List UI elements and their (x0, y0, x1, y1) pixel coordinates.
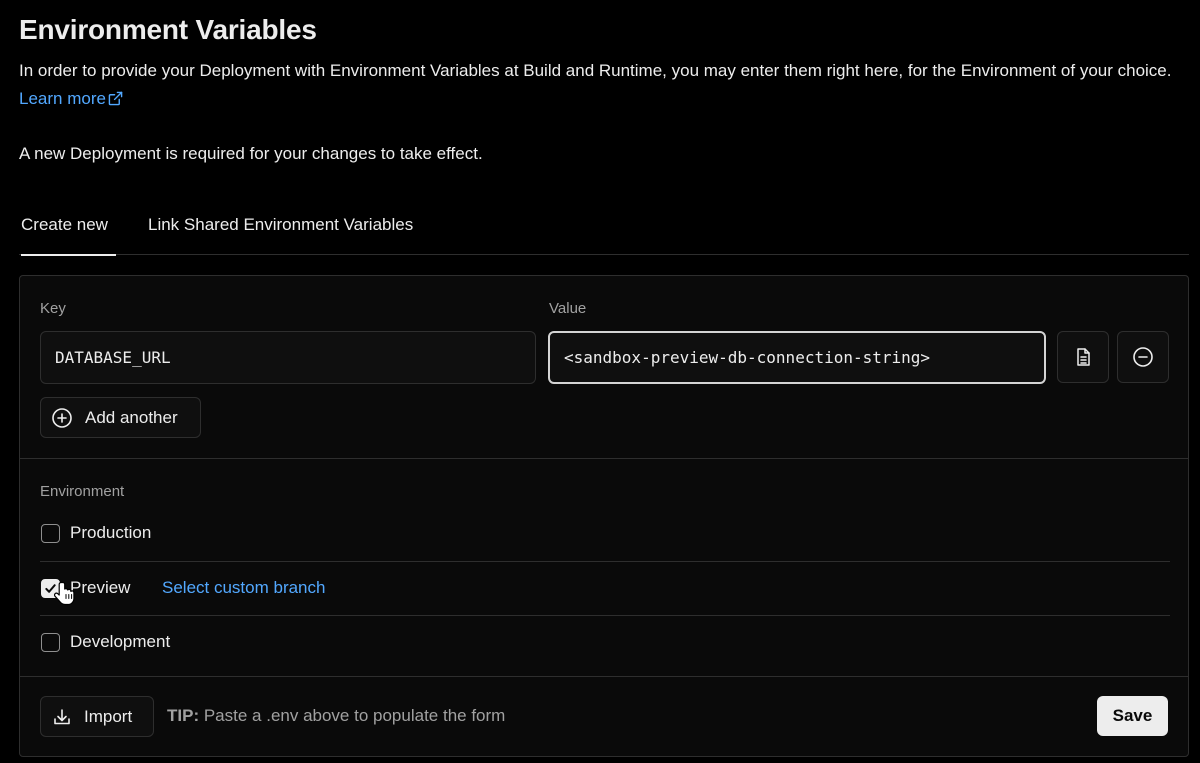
external-link-icon (108, 91, 123, 106)
download-icon (54, 708, 70, 724)
env-option-preview: Preview Select custom branch (40, 561, 1170, 615)
development-checkbox[interactable] (41, 633, 60, 652)
production-label: Production (70, 523, 152, 542)
add-another-label: Add another (85, 407, 178, 427)
env-var-form-card: Key Value DATABASE_URL <sandbox-preview-… (19, 275, 1189, 757)
tip-message: Paste a .env above to populate the form (203, 706, 506, 725)
divider (20, 676, 1188, 677)
production-checkbox[interactable] (41, 524, 60, 543)
value-label: Value (549, 300, 587, 317)
file-text-icon (1077, 348, 1090, 366)
description-text: In order to provide your Deployment with… (19, 61, 1172, 80)
environment-label: Environment (40, 483, 125, 500)
learn-more-label: Learn more (19, 89, 106, 108)
tip-prefix: TIP: (167, 706, 200, 725)
remove-row-button[interactable] (1117, 331, 1169, 383)
minus-circle-icon (1133, 347, 1153, 367)
pointer-cursor-icon (54, 581, 75, 606)
tab-bar: Create new Link Shared Environment Varia… (19, 200, 1189, 256)
env-option-development: Development (40, 615, 1170, 669)
tab-link-shared[interactable]: Link Shared Environment Variables (148, 200, 413, 255)
value-input[interactable]: <sandbox-preview-db-connection-string> (548, 331, 1046, 384)
note-button[interactable] (1057, 331, 1109, 383)
save-button[interactable]: Save (1097, 696, 1168, 736)
add-another-button[interactable]: Add another (40, 397, 201, 438)
page-description: In order to provide your Deployment with… (19, 57, 1194, 113)
page: Environment Variables In order to provid… (0, 0, 1200, 763)
tab-create-new[interactable]: Create new (21, 200, 116, 256)
import-label: Import (84, 706, 133, 726)
preview-label: Preview (70, 578, 131, 597)
redeploy-note: A new Deployment is required for your ch… (19, 144, 483, 163)
plus-circle-icon (52, 407, 72, 428)
development-label: Development (70, 632, 171, 651)
page-title: Environment Variables (19, 14, 317, 45)
import-button[interactable]: Import (40, 696, 154, 737)
divider (20, 458, 1188, 459)
tip-text: TIP: Paste a .env above to populate the … (167, 706, 505, 726)
key-input[interactable]: DATABASE_URL (40, 331, 536, 384)
select-custom-branch-link[interactable]: Select custom branch (162, 578, 325, 598)
env-option-production: Production (40, 507, 1170, 561)
learn-more-link[interactable]: Learn more (19, 89, 123, 108)
key-label: Key (40, 300, 66, 317)
